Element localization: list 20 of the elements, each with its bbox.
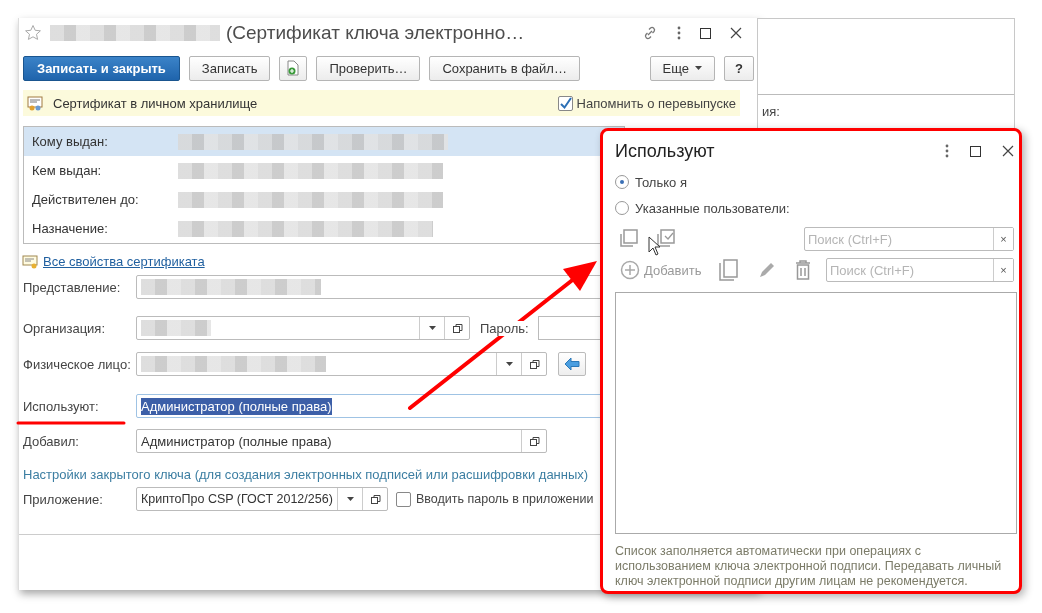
row-label: Назначение: bbox=[32, 221, 109, 236]
field-label: ия: bbox=[761, 103, 781, 119]
field-label: Физическое лицо: bbox=[23, 356, 132, 372]
field-label: Приложение: bbox=[23, 491, 104, 507]
checkbox-label: Напомнить о перевыпуске bbox=[576, 95, 736, 111]
section-heading: Настройки закрытого ключа (для создания электронных подписей или расшифровки данных) bbox=[23, 467, 590, 482]
field-label: Пароль: bbox=[480, 320, 529, 336]
field-label: Добавил: bbox=[23, 433, 80, 449]
radio-label: Указанные пользователи: bbox=[635, 200, 790, 216]
checkbox-label: Вводить пароль в приложении bbox=[416, 492, 594, 506]
row-label: Кому выдан: bbox=[32, 134, 109, 149]
field-label: Представление: bbox=[23, 279, 122, 295]
info-text: Сертификат в личном хранилище bbox=[53, 95, 258, 111]
field-label: Используют: bbox=[23, 398, 100, 414]
note-text: Список заполняется автоматически при операциях с использованием ключа электронной подписи. Передавать личный ключ электронной подписи другим лицам не рекомендуется. bbox=[615, 544, 1003, 589]
field-label: Организация: bbox=[23, 320, 107, 336]
row-label: Действителен до: bbox=[32, 192, 140, 207]
window-title: (Сертификат ключа электронно… bbox=[226, 22, 525, 44]
radio-label: Только я bbox=[635, 174, 687, 190]
row-label: Кем выдан: bbox=[32, 163, 103, 178]
